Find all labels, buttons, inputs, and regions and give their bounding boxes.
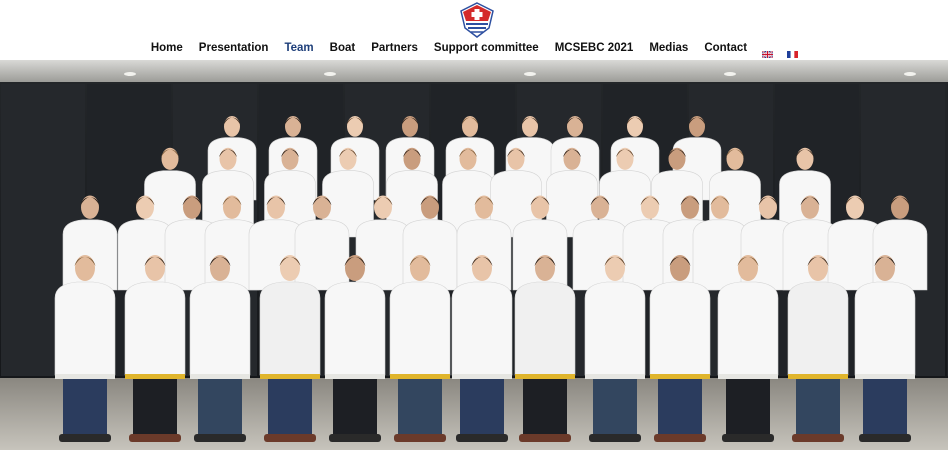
nav-presentation[interactable]: Presentation xyxy=(191,42,277,54)
nav-team[interactable]: Team xyxy=(276,42,321,54)
site-header: Home Presentation Team Boat Partners Sup… xyxy=(0,0,948,60)
team-group-photo xyxy=(0,60,948,450)
nav-mcsebc-2021[interactable]: MCSEBC 2021 xyxy=(547,42,642,54)
ceiling-light xyxy=(904,72,916,76)
nav-home[interactable]: Home xyxy=(143,42,191,54)
club-logo[interactable] xyxy=(459,2,495,38)
ceiling-light xyxy=(324,72,336,76)
nav-support-committee[interactable]: Support committee xyxy=(426,42,547,54)
team-photo-image xyxy=(0,60,948,450)
nav-partners[interactable]: Partners xyxy=(363,42,426,54)
ceiling-light xyxy=(524,72,536,76)
logo-icon xyxy=(460,2,494,38)
nav-boat[interactable]: Boat xyxy=(322,42,364,54)
nav-contact[interactable]: Contact xyxy=(696,42,755,54)
nav-medias[interactable]: Medias xyxy=(641,42,696,54)
main-nav: Home Presentation Team Boat Partners Sup… xyxy=(0,38,948,59)
uk-flag-icon[interactable] xyxy=(761,45,774,59)
ceiling-light xyxy=(124,72,136,76)
france-flag-icon[interactable] xyxy=(787,45,799,58)
ceiling-light xyxy=(724,72,736,76)
